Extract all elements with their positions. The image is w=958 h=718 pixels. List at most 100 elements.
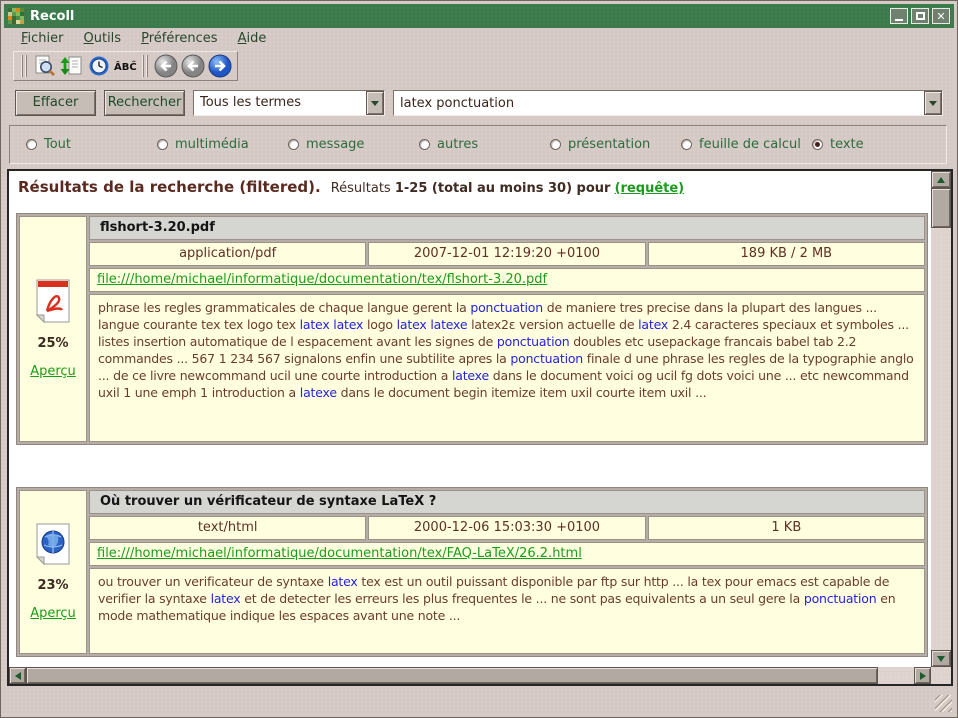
menu-item-outils[interactable]: Outils [75, 29, 131, 48]
filter-radio-feuille-de-calcul[interactable]: feuille de calcul [681, 137, 812, 152]
history-clock-icon [87, 54, 111, 78]
minimize-button[interactable] [890, 8, 908, 24]
result-title: flshort-3.20.pdf [89, 216, 925, 240]
results-header: Résultats de la recherche (filtered). Rés… [9, 171, 931, 196]
result-snippet: ou trouver un verificateur de syntaxe la… [89, 568, 925, 654]
arrow-left-icon [15, 672, 21, 680]
horizontal-scrollbar-thumb[interactable] [26, 667, 878, 684]
radio-icon [157, 139, 168, 150]
toolbar-drag-handle[interactable] [21, 55, 28, 77]
file-url-link[interactable]: file:///home/michael/informatique/docume… [97, 546, 582, 561]
arrow-up-icon [937, 177, 945, 183]
html-file-icon [35, 523, 71, 565]
maximize-icon [916, 12, 925, 20]
category-filter-frame: Tout multimédia message autres présentat… [9, 125, 947, 164]
toolbar-drag-handle[interactable] [142, 55, 149, 77]
file-url-link[interactable]: file:///home/michael/informatique/docume… [97, 272, 547, 287]
relevance-percent: 23% [37, 578, 68, 593]
scroll-up-button[interactable] [931, 171, 951, 188]
filter-radio-message[interactable]: message [288, 137, 419, 152]
query-combo[interactable] [393, 90, 943, 116]
arrow-down-icon [937, 656, 945, 662]
radio-icon [419, 139, 430, 150]
filter-radio-texte[interactable]: texte [812, 137, 864, 152]
document-history-button[interactable] [85, 53, 112, 80]
search-mode-select[interactable]: Tous les termes [193, 90, 385, 116]
results-heading: Résultats de la recherche (filtered). [18, 178, 321, 196]
search-mode-value: Tous les termes [194, 91, 366, 115]
radio-icon [681, 139, 692, 150]
size-cell: 189 KB / 2 MB [648, 242, 925, 266]
svg-text:ÂBĈ: ÂBĈ [114, 60, 137, 73]
prev-page-button[interactable] [152, 53, 179, 80]
app-icon [8, 8, 24, 24]
title-bar[interactable]: Recoll ✕ [4, 4, 954, 28]
window-title: Recoll [30, 9, 890, 24]
close-icon: ✕ [936, 11, 945, 22]
results-frame: Résultats de la recherche (filtered). Rés… [7, 169, 953, 686]
query-link[interactable]: (requête) [615, 181, 685, 196]
filter-radio-presentation[interactable]: présentation [550, 137, 681, 152]
dropdown-arrow-icon[interactable] [366, 91, 384, 115]
vertical-scrollbar-thumb[interactable] [931, 188, 951, 228]
menu-item-fichier[interactable]: Fichier [12, 29, 73, 48]
toolbar: ÂBĈ [4, 49, 954, 83]
size-cell: 1 KB [648, 516, 925, 540]
app-window: Recoll ✕ Fichier Outils Préférences Aide [0, 0, 958, 718]
nav-back-icon [153, 53, 179, 79]
term-explorer-button[interactable]: ÂBĈ [112, 53, 139, 80]
relevance-percent: 25% [37, 336, 68, 351]
clear-button[interactable]: Effacer [15, 90, 96, 116]
nav-forward-icon [207, 53, 233, 79]
next-page-button[interactable] [206, 53, 233, 80]
close-button[interactable]: ✕ [932, 8, 950, 24]
results-summary-prefix: Résultats [331, 181, 391, 196]
search-button[interactable]: Rechercher [104, 90, 185, 116]
arrow-right-icon [920, 672, 926, 680]
date-cell: 2000-12-06 15:03:30 +0100 [368, 516, 645, 540]
mime-type-cell: application/pdf [89, 242, 366, 266]
menu-bar: Fichier Outils Préférences Aide [4, 28, 954, 49]
document-sort-icon [60, 54, 84, 78]
vertical-scrollbar[interactable] [931, 171, 951, 667]
pdf-file-icon [35, 279, 71, 323]
horizontal-scrollbar[interactable] [9, 667, 931, 684]
menu-item-aide[interactable]: Aide [229, 29, 276, 48]
document-search-icon [33, 54, 57, 78]
resize-grip[interactable] [935, 695, 952, 712]
search-input[interactable] [394, 91, 924, 115]
prev-result-button[interactable] [179, 53, 206, 80]
filter-radio-autres[interactable]: autres [419, 137, 550, 152]
result-side-panel: 23% Aperçu [19, 490, 87, 654]
term-explorer-abc-icon: ÂBĈ [113, 54, 139, 78]
mime-type-cell: text/html [89, 516, 366, 540]
filter-radio-multimedia[interactable]: multimédia [157, 137, 288, 152]
radio-icon [26, 139, 37, 150]
search-controls: Effacer Rechercher Tous les termes [1, 87, 957, 119]
results-viewport: Résultats de la recherche (filtered). Rés… [9, 171, 931, 667]
scrollbar-corner [931, 667, 951, 684]
result-snippet: phrase les regles grammaticales de chaqu… [89, 294, 925, 442]
sort-parameters-button[interactable] [58, 53, 85, 80]
date-cell: 2007-12-01 12:19:20 +0100 [368, 242, 645, 266]
radio-icon [812, 139, 823, 150]
dropdown-arrow-icon[interactable] [924, 91, 942, 115]
result-side-panel: 25% Aperçu [19, 216, 87, 442]
filter-radio-tout[interactable]: Tout [26, 137, 157, 152]
advanced-search-button[interactable] [31, 53, 58, 80]
scroll-left-button[interactable] [9, 667, 26, 684]
result-card: 23% Aperçu Où trouver un vérificateur de… [16, 487, 928, 657]
minimize-icon [895, 19, 903, 21]
nav-back-icon [180, 53, 206, 79]
maximize-button[interactable] [911, 8, 929, 24]
scroll-right-button[interactable] [914, 667, 931, 684]
preview-link[interactable]: Aperçu [30, 364, 76, 379]
result-title: Où trouver un vérificateur de syntaxe La… [89, 490, 925, 514]
radio-icon [550, 139, 561, 150]
menu-item-preferences[interactable]: Préférences [132, 29, 226, 48]
preview-link[interactable]: Aperçu [30, 606, 76, 621]
radio-icon [288, 139, 299, 150]
result-card: 25% Aperçu flshort-3.20.pdf application/… [16, 213, 928, 445]
scroll-down-button[interactable] [931, 650, 951, 667]
results-summary-count: 1-25 (total au moins 30) pour [395, 181, 611, 196]
